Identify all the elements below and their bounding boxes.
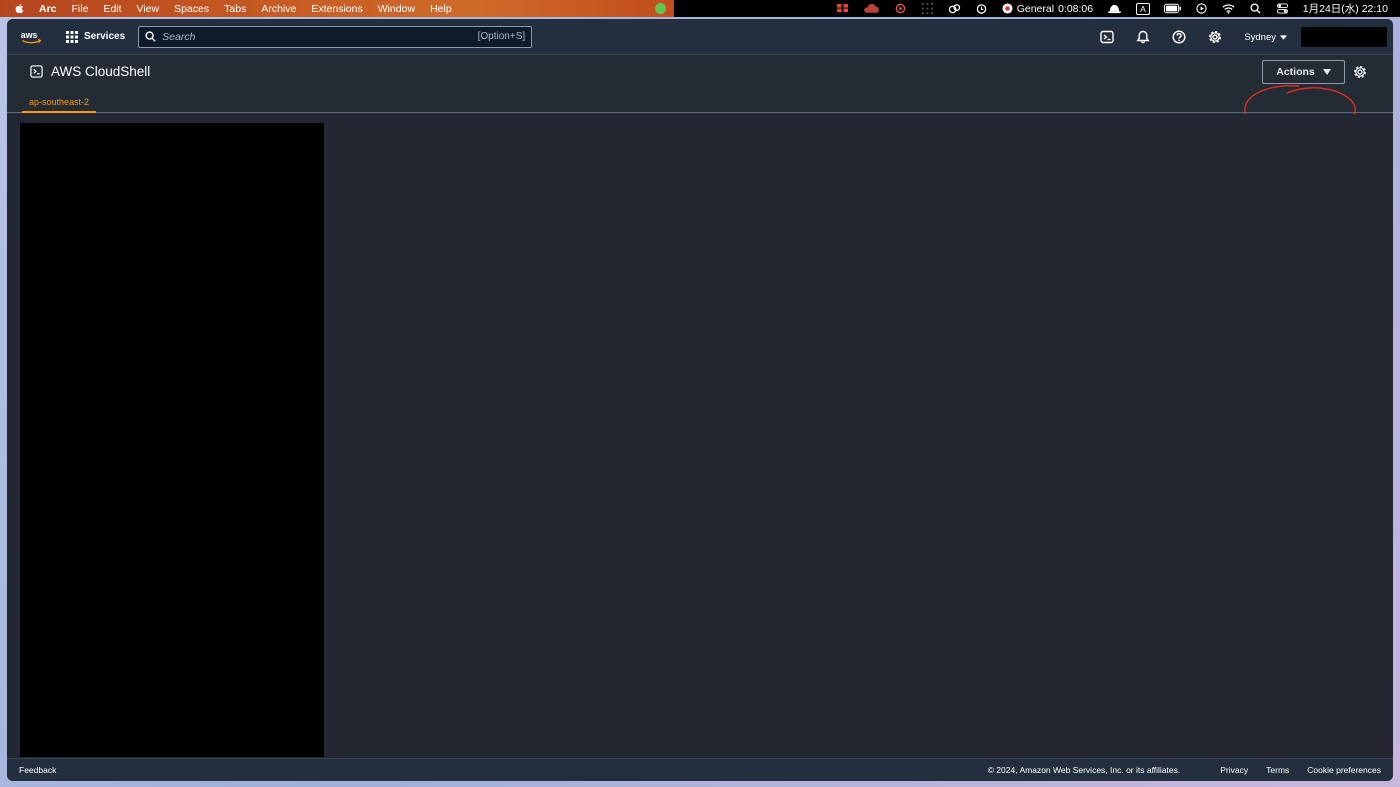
menubar-left: Arc File Edit View Spaces Tabs Archive E… [0, 0, 674, 17]
battery-icon[interactable] [1163, 3, 1181, 14]
copyright-text: © 2024, Amazon Web Services, Inc. or its… [987, 765, 1181, 775]
terminal-panel[interactable] [20, 123, 324, 757]
tab-ap-southeast-2[interactable]: ap-southeast-2 [22, 92, 97, 113]
menu-spaces[interactable]: Spaces [174, 3, 209, 15]
notifications-bell-icon[interactable] [1136, 30, 1150, 44]
console-footer: Feedback © 2024, Amazon Web Services, In… [7, 758, 1393, 781]
menu-extensions[interactable]: Extensions [311, 3, 362, 15]
focus-time: 0:08:06 [1058, 2, 1094, 15]
page-title: AWS CloudShell [51, 64, 151, 79]
line-app-icon[interactable] [655, 3, 666, 14]
search-icon [145, 31, 156, 42]
search-input[interactable] [162, 30, 478, 43]
focus-timer[interactable]: General 0:08:06 [1002, 3, 1093, 15]
aws-console-header: aws Services [Option+S] Sydney [7, 19, 1393, 55]
svg-text:aws: aws [21, 29, 38, 39]
spotlight-search-icon[interactable] [1249, 3, 1262, 14]
cookie-preferences-link[interactable]: Cookie preferences [1307, 765, 1381, 775]
menu-view[interactable]: View [137, 3, 160, 15]
feedback-link[interactable]: Feedback [19, 765, 56, 775]
actions-label: Actions [1276, 66, 1315, 78]
menu-edit[interactable]: Edit [103, 3, 121, 15]
account-menu-redacted[interactable] [1301, 27, 1387, 47]
actions-button[interactable]: Actions [1262, 60, 1345, 84]
macos-menubar: Arc File Edit View Spaces Tabs Archive E… [0, 0, 1400, 17]
cloudshell-title-bar: AWS CloudShell ap-southeast-2 Actions [7, 55, 1393, 150]
cloudshell-title: AWS CloudShell [30, 64, 150, 79]
services-label: Services [84, 31, 126, 42]
caret-down-icon [1280, 34, 1287, 40]
console-search-box[interactable]: [Option+S] [138, 25, 533, 48]
grid-tray-icon[interactable] [921, 3, 934, 14]
menu-app-name[interactable]: Arc [39, 3, 57, 15]
apple-icon[interactable] [14, 3, 24, 14]
focus-label: General [1016, 2, 1055, 15]
terms-link[interactable]: Terms [1266, 765, 1289, 775]
browser-window: aws Services [Option+S] Sydney [7, 19, 1393, 781]
settings-gear-icon[interactable] [1208, 30, 1222, 44]
terminal-icon [30, 65, 43, 78]
creative-cloud-icon[interactable] [948, 3, 961, 14]
region-selector[interactable]: Sydney [1244, 32, 1287, 43]
menubar-tray: General 0:08:06 A 1月24日(水) 22:10 [674, 0, 1400, 17]
menu-archive[interactable]: Archive [261, 3, 296, 15]
tab-label: ap-southeast-2 [29, 96, 90, 107]
cloud-icon[interactable] [863, 3, 880, 14]
menu-file[interactable]: File [72, 3, 89, 15]
services-menu-button[interactable]: Services [66, 30, 126, 43]
header-right-controls: Sydney [1078, 19, 1387, 55]
caret-down-icon [1322, 69, 1331, 75]
sync-icon[interactable] [894, 3, 907, 14]
control-center-icon[interactable] [1276, 3, 1289, 14]
search-shortcut-hint: [Option+S] [477, 31, 526, 42]
privacy-link[interactable]: Privacy [1220, 765, 1248, 775]
menu-help[interactable]: Help [430, 3, 452, 15]
services-grid-icon [66, 30, 78, 43]
menu-tabs[interactable]: Tabs [224, 3, 246, 15]
wifi-icon[interactable] [1222, 3, 1235, 14]
menu-window[interactable]: Window [378, 3, 415, 15]
timer-icon [1002, 3, 1013, 14]
input-source-indicator[interactable]: A [1136, 2, 1150, 15]
cloudshell-icon[interactable] [1100, 30, 1115, 44]
help-icon[interactable] [1172, 30, 1186, 44]
alarm-icon[interactable] [975, 3, 988, 14]
dropbox-icon[interactable] [836, 3, 849, 14]
cloudshell-preferences-gear-icon[interactable] [1353, 65, 1367, 79]
play-icon[interactable] [1195, 3, 1208, 14]
cloudshell-terminal-area [7, 114, 1393, 758]
aws-logo-icon[interactable]: aws [20, 28, 44, 46]
menubar-datetime[interactable]: 1月24日(水) 22:10 [1303, 1, 1388, 16]
region-label: Sydney [1244, 31, 1276, 43]
hat-icon[interactable] [1107, 3, 1122, 14]
